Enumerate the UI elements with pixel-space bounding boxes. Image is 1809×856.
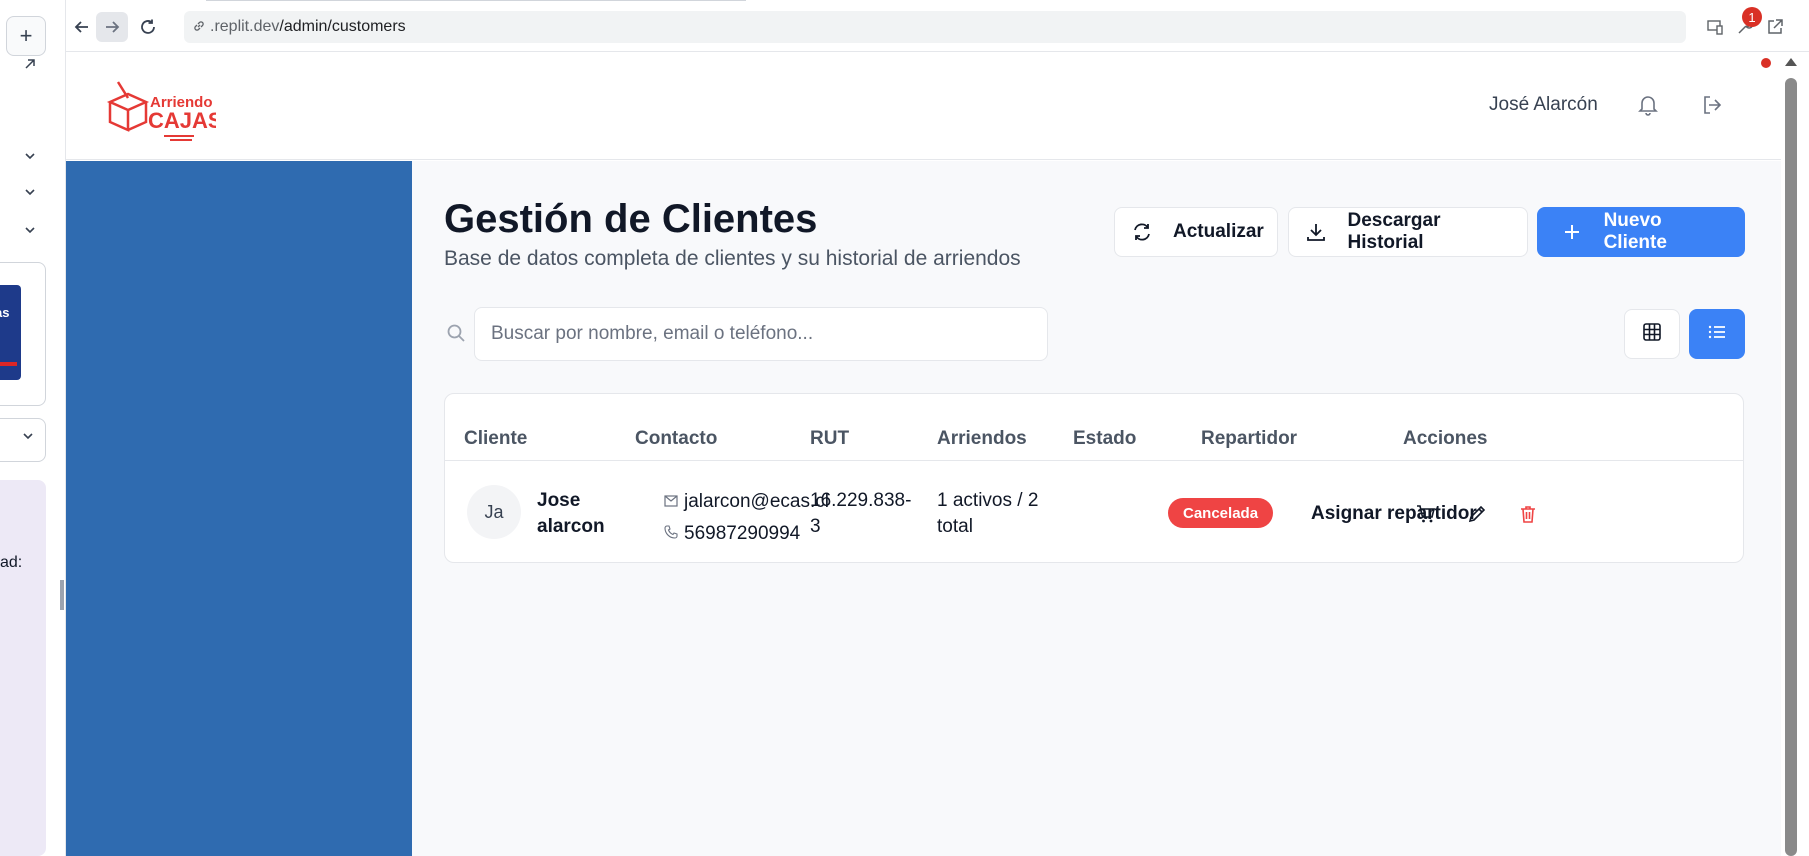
main-content: Gestión de Clientes Base de datos comple… — [412, 161, 1781, 856]
plus-icon — [1560, 220, 1584, 244]
column-header: Cliente — [464, 428, 528, 449]
recording-indicator — [1761, 58, 1771, 68]
cart-icon[interactable] — [1412, 500, 1440, 528]
logout-icon[interactable] — [1699, 92, 1725, 118]
arriendo-cajas-logo[interactable]: Arriendo CAJAS — [106, 72, 223, 142]
grid-view-button[interactable] — [1624, 309, 1680, 359]
devices-icon[interactable] — [1702, 14, 1728, 40]
preview-card[interactable]: as — [0, 262, 46, 406]
status-badge: Cancelada — [1168, 498, 1274, 528]
open-external-icon[interactable] — [1762, 14, 1788, 40]
client-phone: 56987290994 — [684, 523, 801, 544]
column-header: RUT — [810, 428, 850, 449]
edit-icon[interactable] — [1463, 500, 1491, 528]
clients-table: Cliente Contacto RUT Arriendos Estado Re… — [444, 393, 1744, 563]
column-header: Arriendos — [937, 428, 1027, 449]
column-header: Repartidor — [1201, 428, 1298, 449]
chevron-down-icon — [21, 429, 35, 448]
page-subtitle: Base de datos completa de clientes y su … — [444, 247, 1021, 270]
url-host: .replit.dev — [210, 18, 280, 35]
back-button[interactable] — [66, 12, 98, 42]
column-header: Estado — [1073, 428, 1137, 449]
user-name: José Alarcón — [1489, 94, 1598, 115]
client-rentals: 1 activos / 2 total — [937, 490, 1039, 537]
panel-select[interactable] — [0, 418, 46, 462]
new-client-button[interactable]: Nuevo Cliente — [1537, 207, 1745, 257]
search-icon — [444, 321, 468, 345]
mail-icon — [664, 487, 684, 518]
chevron-down-icon[interactable] — [18, 218, 42, 242]
client-email: jalarcon@ecas.cl — [684, 491, 829, 512]
avatar: Ja — [467, 485, 521, 539]
bell-icon[interactable] — [1635, 92, 1661, 118]
chevron-down-icon[interactable] — [18, 144, 42, 168]
trash-icon[interactable] — [1514, 500, 1542, 528]
search-input[interactable] — [474, 307, 1048, 361]
thumbnail-text: as — [0, 305, 10, 320]
url-path: /admin/customers — [279, 18, 406, 35]
refresh-label: Actualizar — [1173, 221, 1264, 242]
new-client-label: Nuevo Cliente — [1603, 210, 1667, 253]
replit-side-panel: + as ad: — [0, 0, 66, 856]
panel-resize-handle[interactable] — [60, 580, 64, 610]
download-label: Descargar Historial — [1347, 210, 1441, 253]
client-rut: 16.229.838-3 — [810, 490, 912, 537]
sidebar — [66, 161, 412, 856]
tab-strip — [206, 0, 746, 3]
column-header: Contacto — [635, 428, 718, 449]
scroll-up-arrow[interactable] — [1785, 58, 1797, 66]
page-title: Gestión de Clientes — [444, 197, 818, 241]
logo-line2: CAJAS — [148, 108, 216, 133]
chevron-down-icon[interactable] — [18, 180, 42, 204]
assign-courier-button[interactable]: Asignar repartidor — [1311, 498, 1477, 530]
preview-thumbnail: as — [0, 285, 21, 380]
download-history-button[interactable]: Descargar Historial — [1288, 207, 1528, 257]
link-icon — [192, 19, 206, 36]
phone-icon — [664, 519, 684, 550]
list-icon — [1707, 322, 1727, 347]
client-contact: jalarcon@ecas.cl 56987290994 — [664, 486, 829, 550]
address-bar[interactable]: .replit.dev/admin/customers — [184, 11, 1686, 43]
agent-message-panel: ad: — [0, 480, 46, 856]
add-icon[interactable]: + — [6, 16, 46, 56]
refresh-icon — [1131, 220, 1153, 244]
refresh-button[interactable]: Actualizar — [1114, 207, 1278, 257]
browser-toolbar: .replit.dev/admin/customers 1 — [66, 0, 1809, 52]
page-scrollbar[interactable] — [1781, 52, 1809, 856]
download-icon — [1305, 220, 1328, 244]
divider — [445, 460, 1743, 461]
expand-icon[interactable] — [18, 52, 42, 76]
column-header: Acciones — [1403, 428, 1488, 449]
app-header: Arriendo CAJAS José Alarcón — [66, 52, 1781, 160]
grid-icon — [1642, 322, 1662, 347]
scrollbar-thumb[interactable] — [1785, 78, 1797, 856]
client-name: Jose alarcon — [537, 490, 605, 537]
reload-button[interactable] — [132, 12, 164, 42]
forward-button[interactable] — [96, 12, 128, 42]
list-view-button[interactable] — [1689, 309, 1745, 359]
notification-badge: 1 — [1742, 7, 1762, 27]
partial-label: ad: — [0, 554, 23, 571]
